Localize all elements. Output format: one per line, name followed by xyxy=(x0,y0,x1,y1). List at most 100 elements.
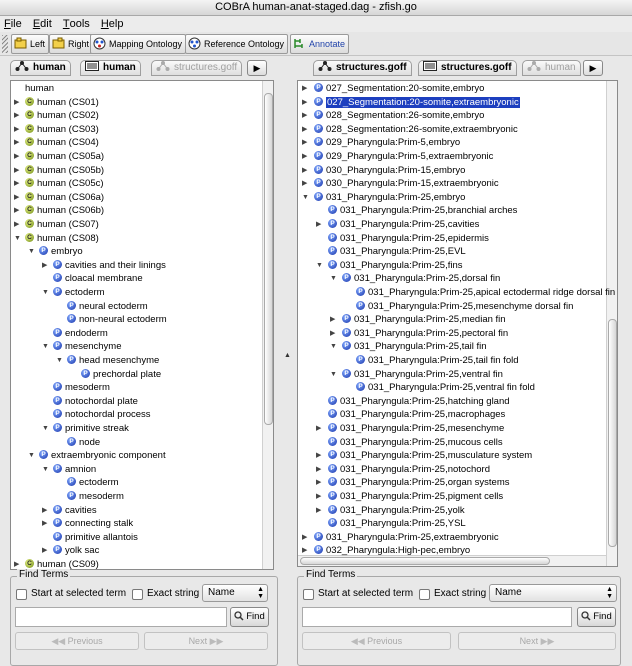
collapsed-toggle-icon[interactable]: ▶ xyxy=(302,109,310,122)
collapsed-toggle-icon[interactable]: ▶ xyxy=(316,463,324,476)
tree-node[interactable]: ▼ Pprimitive streak xyxy=(42,422,129,435)
tree-node[interactable]: ▶ P 031_Pharyngula:Prim-25,cavities xyxy=(316,218,479,231)
tree-node[interactable]: ▶ P 032_Pharyngula:High-pec,embryo xyxy=(302,544,470,557)
expanded-toggle-icon[interactable]: ▼ xyxy=(302,191,310,204)
left-tab-graph[interactable]: human xyxy=(10,60,71,76)
collapsed-toggle-icon[interactable]: ▶ xyxy=(330,313,338,326)
expanded-toggle-icon[interactable]: ▼ xyxy=(42,422,50,435)
expanded-toggle-icon[interactable]: ▼ xyxy=(42,286,50,299)
collapsed-toggle-icon[interactable]: ▶ xyxy=(42,544,50,557)
tree-node[interactable]: ▶ Pconnecting stalk xyxy=(42,517,133,530)
tree-node[interactable]: ▶ P 027_Segmentation:20-somite,extraembryo… xyxy=(302,96,520,109)
reference-ontology-button[interactable]: Reference Ontology xyxy=(185,34,289,54)
tree-node[interactable]: ▼ Pectoderm xyxy=(42,286,105,299)
collapsed-toggle-icon[interactable]: ▶ xyxy=(316,476,324,489)
collapsed-toggle-icon[interactable]: ▶ xyxy=(14,164,22,177)
left-tree-vscroll[interactable] xyxy=(262,81,273,569)
tree-node[interactable]: ▼ P 031_Pharyngula:Prim-25,ventral fin xyxy=(330,368,503,381)
expanded-toggle-icon[interactable]: ▼ xyxy=(316,259,324,272)
collapsed-toggle-icon[interactable]: ▶ xyxy=(302,82,310,95)
tree-node[interactable]: ▶ P 029_Pharyngula:Prim-5,embryo xyxy=(302,136,460,149)
tree-node[interactable]: ▼ Pmesenchyme xyxy=(42,340,122,353)
tree-node[interactable]: Pnon-neural ectoderm xyxy=(67,313,167,326)
right-previous-button[interactable]: ◀◀ Previous xyxy=(302,632,451,650)
left-tree[interactable]: human ▶ Chuman (CS01) ▶ Chuman (CS02) ▶ Chuman… xyxy=(10,80,274,570)
collapsed-toggle-icon[interactable]: ▶ xyxy=(14,136,22,149)
mapping-ontology-button[interactable]: Mapping Ontology xyxy=(90,34,187,54)
tree-node[interactable]: P 031_Pharyngula:Prim-25,mucous cells xyxy=(328,436,503,449)
left-find-input[interactable] xyxy=(15,607,227,627)
tree-node[interactable]: ▶ P 031_Pharyngula:Prim-25,musculature sys… xyxy=(316,449,532,462)
tree-node[interactable]: ▶ Chuman (CS01) xyxy=(14,96,99,109)
collapsed-toggle-icon[interactable]: ▶ xyxy=(14,96,22,109)
collapsed-toggle-icon[interactable]: ▶ xyxy=(14,109,22,122)
collapsed-toggle-icon[interactable]: ▶ xyxy=(316,218,324,231)
tree-node[interactable]: ▶ P 031_Pharyngula:Prim-25,median fin xyxy=(330,313,506,326)
menu-help[interactable]: Help xyxy=(97,16,128,32)
left-start-at-selected-checkbox[interactable] xyxy=(16,589,27,600)
split-divider-arrow-icon[interactable]: ▲ xyxy=(284,352,291,359)
expanded-toggle-icon[interactable]: ▼ xyxy=(42,463,50,476)
tree-node[interactable]: ▶ Chuman (CS05a) xyxy=(14,150,104,163)
tree-node[interactable]: ▶ P 031_Pharyngula:Prim-25,organ systems xyxy=(316,476,510,489)
collapsed-toggle-icon[interactable]: ▶ xyxy=(302,123,310,136)
collapsed-toggle-icon[interactable]: ▶ xyxy=(302,544,310,557)
left-tree-vscroll-thumb[interactable] xyxy=(264,93,273,425)
collapsed-toggle-icon[interactable]: ▶ xyxy=(302,531,310,544)
menu-edit[interactable]: Edit xyxy=(29,16,56,32)
tree-node[interactable]: ▶ P 031_Pharyngula:Prim-25,pectoral fin xyxy=(330,327,508,340)
collapsed-toggle-icon[interactable]: ▶ xyxy=(316,490,324,503)
left-search-field-select[interactable]: Name ▲ ▼ xyxy=(202,584,268,602)
annotate-button[interactable]: Annotate xyxy=(290,34,350,54)
tree-node[interactable]: Pmesoderm xyxy=(67,490,124,503)
right-button[interactable]: Right xyxy=(49,34,94,54)
tree-node[interactable]: ▶ Pcavities xyxy=(42,504,97,517)
tree-node[interactable]: ▶ P 028_Segmentation:26-somite,embryo xyxy=(302,109,484,122)
tree-node[interactable]: ▼ Phead mesenchyme xyxy=(56,354,159,367)
tree-node[interactable]: ▶ P 031_Pharyngula:Prim-25,extraembryonic xyxy=(302,531,499,544)
tree-node[interactable]: P 031_Pharyngula:Prim-25,branchial arches xyxy=(328,204,517,217)
tree-node[interactable]: ▶ Pyolk sac xyxy=(42,544,99,557)
tree-node[interactable]: P 031_Pharyngula:Prim-25,macrophages xyxy=(328,408,505,421)
expanded-toggle-icon[interactable]: ▼ xyxy=(14,232,22,245)
right-tree-vscroll[interactable] xyxy=(606,81,617,566)
collapsed-toggle-icon[interactable]: ▶ xyxy=(42,517,50,530)
tree-node[interactable]: ▶ P 031_Pharyngula:Prim-25,notochord xyxy=(316,463,490,476)
tree-node[interactable]: ▶ P 031_Pharyngula:Prim-25,mesenchyme xyxy=(316,422,504,435)
expanded-toggle-icon[interactable]: ▼ xyxy=(42,340,50,353)
tree-node[interactable]: ▼ P 031_Pharyngula:Prim-25,tail fin xyxy=(330,340,487,353)
tree-node[interactable]: Pmesoderm xyxy=(53,381,110,394)
expanded-toggle-icon[interactable]: ▼ xyxy=(28,245,36,258)
right-find-button[interactable]: Find xyxy=(577,607,616,627)
right-exact-string-checkbox[interactable] xyxy=(419,589,430,600)
left-tab-text[interactable]: human xyxy=(80,60,141,76)
left-find-button[interactable]: Find xyxy=(230,607,269,627)
right-start-at-selected-checkbox[interactable] xyxy=(303,589,314,600)
collapsed-toggle-icon[interactable]: ▶ xyxy=(302,164,310,177)
tree-node[interactable]: ▼ P 031_Pharyngula:Prim-25,dorsal fin xyxy=(330,272,500,285)
collapsed-toggle-icon[interactable]: ▶ xyxy=(14,191,22,204)
tree-node[interactable]: ▼ Pamnion xyxy=(42,463,96,476)
tree-node[interactable]: human xyxy=(25,82,54,95)
tree-node[interactable]: ▶ P 030_Pharyngula:Prim-15,embryo xyxy=(302,164,465,177)
collapsed-toggle-icon[interactable]: ▶ xyxy=(302,96,310,109)
collapsed-toggle-icon[interactable]: ▶ xyxy=(42,259,50,272)
left-previous-button[interactable]: ◀◀ Previous xyxy=(15,632,139,650)
tree-node[interactable]: ▼ P 031_Pharyngula:Prim-25,fins xyxy=(316,259,463,272)
collapsed-toggle-icon[interactable]: ▶ xyxy=(14,204,22,217)
toolbar-grip[interactable] xyxy=(2,35,8,53)
collapsed-toggle-icon[interactable]: ▶ xyxy=(316,422,324,435)
left-button[interactable]: Left xyxy=(11,34,50,54)
right-search-field-select[interactable]: Name ▲ ▼ xyxy=(489,584,617,602)
expanded-toggle-icon[interactable]: ▼ xyxy=(28,449,36,462)
tree-node[interactable]: ▶ Pcavities and their linings xyxy=(42,259,166,272)
tree-node[interactable]: Pectoderm xyxy=(67,476,119,489)
tree-node[interactable]: Pendoderm xyxy=(53,327,108,340)
tree-node[interactable]: Pnotochordal plate xyxy=(53,395,138,408)
menu-file[interactable]: File xyxy=(0,16,26,32)
tree-node[interactable]: ▶ Chuman (CS05c) xyxy=(14,177,104,190)
tree-node[interactable]: Pprechordal plate xyxy=(81,368,161,381)
expanded-toggle-icon[interactable]: ▼ xyxy=(330,272,338,285)
tree-node[interactable]: ▼ Chuman (CS08) xyxy=(14,232,99,245)
expanded-toggle-icon[interactable]: ▼ xyxy=(330,368,338,381)
